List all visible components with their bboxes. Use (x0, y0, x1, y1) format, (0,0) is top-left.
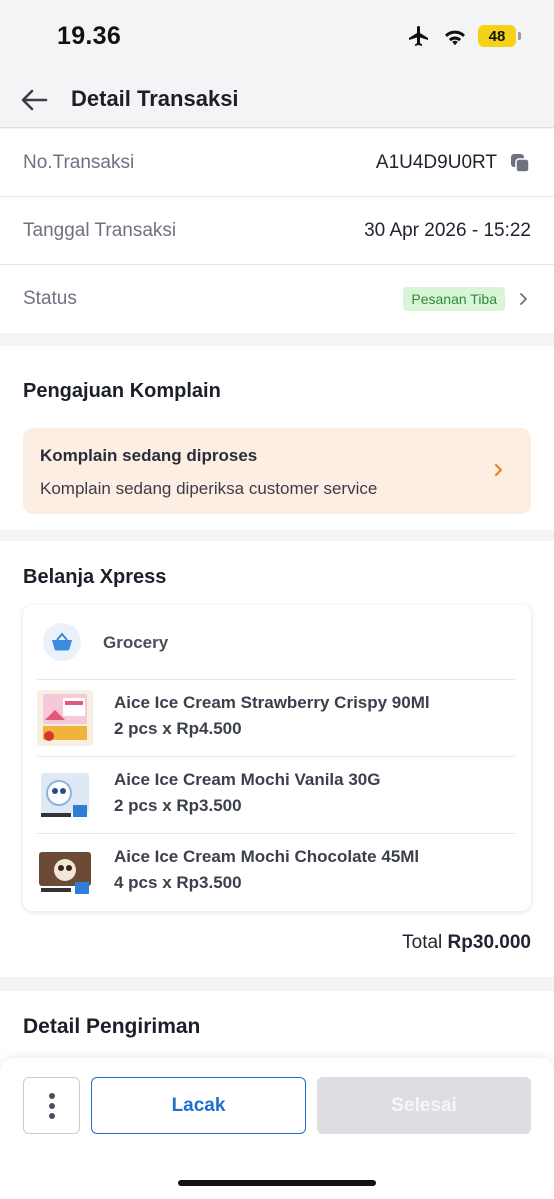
complaint-section-title: Pengajuan Komplain (23, 380, 221, 402)
product-quantity: 2 pcs x Rp3.500 (114, 796, 242, 815)
product-image (37, 767, 93, 823)
total-label: Total (402, 932, 443, 953)
battery-indicator: 48 (478, 25, 521, 47)
product-name: Aice Ice Cream Mochi Chocolate 45Ml (114, 847, 420, 866)
category-name: Grocery (103, 633, 169, 652)
order-item: Aice Ice Cream Mochi Chocolate 45Ml 4 pc… (37, 833, 515, 909)
product-name: Aice Ice Cream Mochi Vanila 30G (114, 770, 381, 789)
bottom-action-bar: Lacak Selesai (0, 1058, 554, 1199)
status-label: Status (23, 288, 77, 309)
basket-icon (43, 623, 81, 661)
grocery-card: Grocery Aice Ice Cream Strawberry Crispy… (23, 605, 531, 911)
app-header: Detail Transaksi (0, 72, 554, 128)
track-button[interactable]: Lacak (91, 1077, 306, 1134)
order-item: Aice Ice Cream Strawberry Crispy 90Ml 2 … (37, 679, 515, 755)
order-section: Belanja Xpress Grocery Aice Ice Cream St… (0, 541, 554, 977)
product-image (37, 844, 93, 900)
status-row[interactable]: Status Pesanan Tiba (0, 265, 554, 333)
chevron-right-icon[interactable] (493, 462, 505, 478)
airplane-icon (409, 26, 428, 46)
home-indicator (178, 1180, 376, 1186)
transaction-date-value: 30 Apr 2026 - 15:22 (364, 219, 531, 241)
transaction-number-row: No.Transaksi A1U4D9U0RT (0, 129, 554, 197)
clock: 19.36 (57, 22, 122, 50)
transaction-number-label: No.Transaksi (23, 151, 135, 173)
transaction-info: No.Transaksi A1U4D9U0RT Tanggal Transaks… (0, 129, 554, 333)
wifi-icon (445, 30, 465, 46)
status-bar: 19.36 48 (0, 0, 554, 72)
back-arrow-icon[interactable] (18, 84, 50, 116)
product-quantity: 4 pcs x Rp3.500 (114, 873, 242, 892)
more-vertical-icon (48, 1092, 55, 1119)
status-badge: Pesanan Tiba (403, 287, 505, 311)
complaint-title: Komplain sedang diproses (40, 446, 258, 465)
page-title: Detail Transaksi (71, 86, 239, 111)
transaction-date-row: Tanggal Transaksi 30 Apr 2026 - 15:22 (0, 197, 554, 265)
product-name: Aice Ice Cream Strawberry Crispy 90Ml (114, 693, 430, 712)
chevron-right-icon[interactable] (517, 292, 531, 306)
shipping-section-title: Detail Pengiriman (23, 1015, 201, 1038)
more-options-button[interactable] (23, 1077, 80, 1134)
complete-button[interactable]: Selesai (317, 1077, 531, 1134)
complaint-card[interactable]: Komplain sedang diproses Komplain sedang… (23, 428, 531, 514)
status-icons: 48 (406, 24, 521, 48)
order-total: Total Rp30.000 (402, 932, 531, 954)
complaint-description: Komplain sedang diperiksa customer servi… (40, 479, 378, 498)
copy-icon[interactable] (509, 152, 531, 174)
transaction-number-value: A1U4D9U0RT (375, 151, 497, 173)
transaction-date-label: Tanggal Transaksi (23, 219, 177, 241)
order-item: Aice Ice Cream Mochi Vanila 30G 2 pcs x … (37, 756, 515, 832)
product-image (37, 690, 93, 746)
order-section-title: Belanja Xpress (23, 566, 167, 588)
total-value: Rp30.000 (447, 932, 531, 953)
product-quantity: 2 pcs x Rp4.500 (114, 719, 242, 738)
complaint-section: Pengajuan Komplain Komplain sedang dipro… (0, 346, 554, 530)
